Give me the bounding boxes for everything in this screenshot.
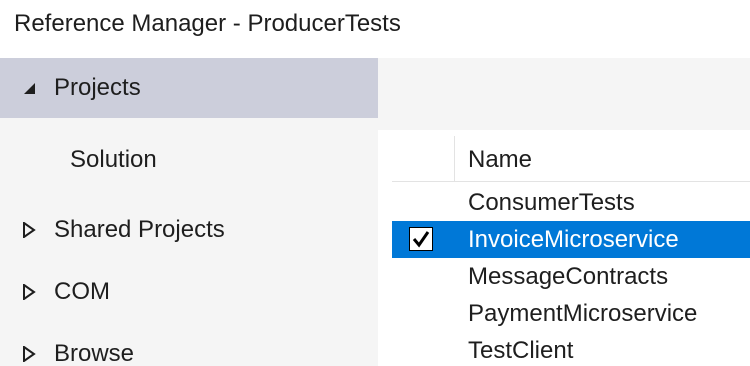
checkmark-icon xyxy=(412,231,430,248)
expanded-triangle-icon[interactable] xyxy=(18,77,40,99)
row-checkbox[interactable] xyxy=(409,227,433,251)
name-column-header[interactable]: Name xyxy=(468,144,532,176)
column-divider[interactable] xyxy=(454,136,455,182)
table-row[interactable]: TestClient xyxy=(392,332,750,366)
row-name: PaymentMicroservice xyxy=(468,300,698,327)
row-name: InvoiceMicroservice xyxy=(468,226,679,253)
collapsed-triangle-icon[interactable] xyxy=(18,219,40,241)
table-row[interactable]: InvoiceMicroservice xyxy=(392,221,750,258)
collapsed-triangle-icon[interactable] xyxy=(18,281,40,303)
sidebar-item-com[interactable]: COM xyxy=(0,262,378,322)
sidebar-item-browse[interactable]: Browse xyxy=(0,324,378,366)
table-row[interactable]: PaymentMicroservice xyxy=(392,295,750,332)
sidebar-item-label: Shared Projects xyxy=(54,216,225,243)
table-row[interactable]: ConsumerTests xyxy=(392,184,750,221)
sidebar: Projects Solution Shared Projects COM Br… xyxy=(0,58,378,366)
sidebar-item-projects[interactable]: Projects xyxy=(0,58,378,118)
projects-grid: Name ConsumerTests InvoiceMicroservice M… xyxy=(392,136,750,366)
sidebar-item-label: Browse xyxy=(54,340,135,366)
reference-manager-window: Reference Manager - ProducerTests Projec… xyxy=(0,0,750,366)
window-title: Reference Manager - ProducerTests xyxy=(14,10,401,37)
collapsed-triangle-icon[interactable] xyxy=(18,343,40,365)
sidebar-item-label: COM xyxy=(54,278,110,305)
row-name: ConsumerTests xyxy=(468,189,635,216)
content-header xyxy=(378,58,750,130)
sidebar-item-label: Projects xyxy=(54,74,141,101)
row-name: MessageContracts xyxy=(468,263,669,290)
grid-header: Name xyxy=(392,136,750,182)
row-name: TestClient xyxy=(468,337,574,364)
sidebar-item-label: Solution xyxy=(70,146,157,173)
table-row[interactable]: MessageContracts xyxy=(392,258,750,295)
sidebar-item-solution[interactable]: Solution xyxy=(0,130,378,190)
sidebar-item-shared-projects[interactable]: Shared Projects xyxy=(0,200,378,260)
